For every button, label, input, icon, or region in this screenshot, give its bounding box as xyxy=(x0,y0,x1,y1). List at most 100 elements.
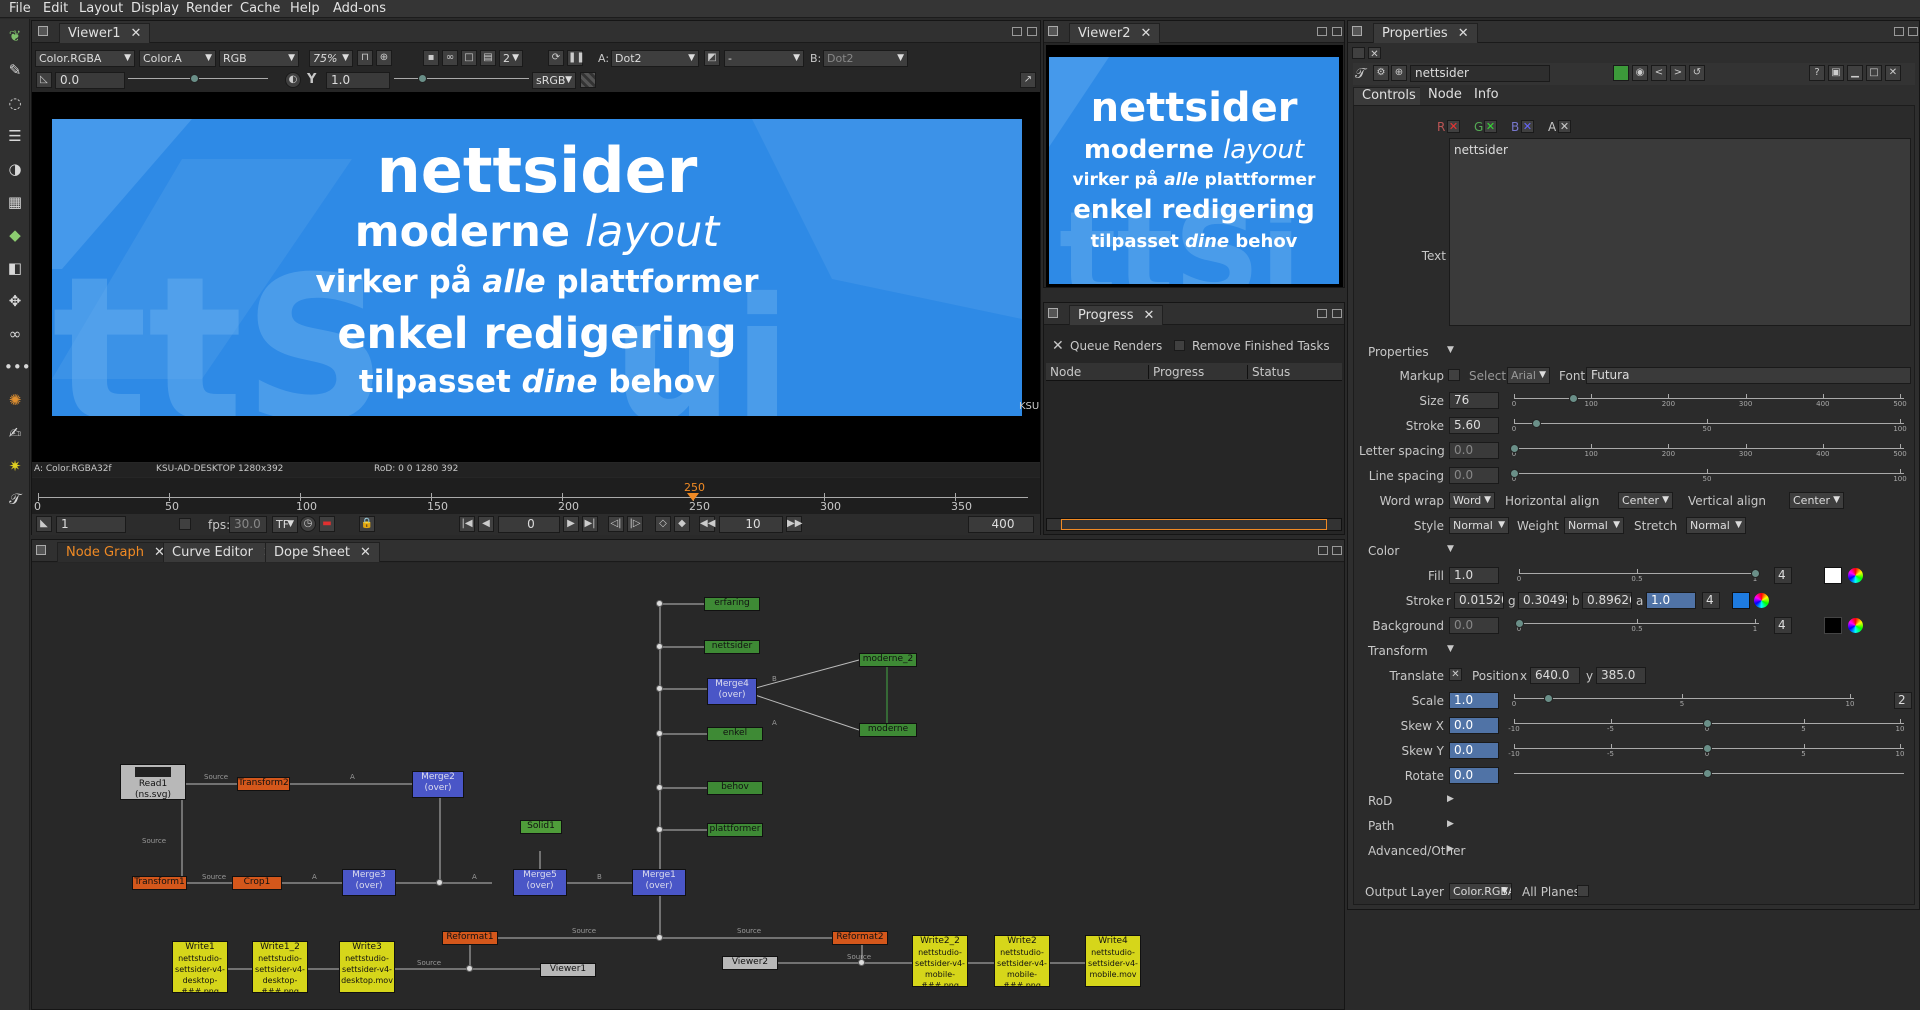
node-write4[interactable]: Write4 nettstudio-settsider-v4-mobile.mov xyxy=(1085,935,1141,987)
settings-icon[interactable]: ⚙ xyxy=(1373,65,1389,81)
prev-key-icon[interactable]: ◇ xyxy=(655,516,671,532)
weight-select[interactable]: Normal xyxy=(1564,517,1624,534)
proxy-level-select[interactable]: 2 xyxy=(499,50,523,67)
fps-field[interactable]: 30.0 xyxy=(229,516,267,533)
tab-viewer1[interactable]: Viewer1 ✕ xyxy=(59,23,151,43)
pane-menu-icon[interactable] xyxy=(38,26,48,36)
fill-dimension-button[interactable]: 4 xyxy=(1774,567,1792,584)
scale-slider[interactable]: 0 5 10 xyxy=(1512,689,1854,709)
rotate-slider[interactable] xyxy=(1514,764,1904,784)
maximize-pane-icon[interactable] xyxy=(1908,27,1918,36)
gain-toggle-icon[interactable]: ◺ xyxy=(36,72,52,88)
zoom-select[interactable]: 75% xyxy=(309,50,353,67)
stroke-r-field[interactable]: 0.01520 xyxy=(1454,592,1504,609)
colorspace-select[interactable]: RGB xyxy=(219,50,299,67)
scale-field[interactable]: 1.0 xyxy=(1449,692,1499,709)
node-crop1[interactable]: Crop1 xyxy=(232,876,282,890)
slider-knob[interactable] xyxy=(1543,694,1553,703)
line-spacing-slider[interactable]: 0 50 100 xyxy=(1510,464,1907,484)
node-plattformer[interactable]: plattformer xyxy=(707,823,763,837)
float-panel-icon[interactable]: □ xyxy=(1866,65,1882,81)
maximize-pane-icon[interactable] xyxy=(1332,27,1342,36)
subtab-info[interactable]: Info xyxy=(1466,87,1507,105)
channel-r-checkbox[interactable]: ✕ xyxy=(1447,120,1460,133)
tab-viewer2[interactable]: Viewer2 ✕ xyxy=(1069,23,1161,43)
add-roi-icon[interactable]: ⊕ xyxy=(376,50,392,66)
slider-knob[interactable] xyxy=(1751,569,1760,578)
maximize-pane-icon[interactable] xyxy=(1332,309,1342,318)
node-merge4[interactable]: Merge4 (over) xyxy=(707,678,757,705)
stroke-color-wheel-icon[interactable] xyxy=(1754,593,1769,608)
skew-x-slider[interactable]: -10 -5 0 5 10 xyxy=(1508,714,1904,734)
min-panels-icon[interactable] xyxy=(1352,47,1365,59)
menu-display[interactable]: Display xyxy=(131,1,179,16)
slider-knob[interactable] xyxy=(1531,419,1541,428)
channel-a-checkbox[interactable]: ✕ xyxy=(1558,120,1571,133)
prev-increment-icon[interactable]: ◀◀ xyxy=(699,516,715,532)
fill-color-swatch[interactable] xyxy=(1824,567,1842,584)
stroke-dimension-button[interactable]: 4 xyxy=(1702,592,1720,609)
text-tool-icon[interactable]: 𝒯 xyxy=(4,488,26,510)
next-key-icon[interactable]: ◆ xyxy=(674,516,690,532)
menu-cache[interactable]: Cache xyxy=(240,1,280,16)
background-color-swatch[interactable] xyxy=(1824,617,1842,634)
node-moderne-2[interactable]: moderne_2 xyxy=(859,653,917,667)
input-a-select[interactable]: Dot2 xyxy=(611,50,699,67)
node-color-button[interactable] xyxy=(1613,65,1629,81)
select-font-dropdown[interactable]: Arial xyxy=(1507,367,1550,384)
turbo-checkbox[interactable] xyxy=(179,518,191,530)
menu-help[interactable]: Help xyxy=(290,1,320,16)
node-reformat1[interactable]: Reformat1 xyxy=(442,931,498,945)
menu-edit[interactable]: Edit xyxy=(43,1,68,16)
prev-frame-icon[interactable]: ◁| xyxy=(608,516,624,532)
stroke-a-field[interactable]: 1.0 xyxy=(1646,592,1696,609)
other-tool-icon[interactable]: ••• xyxy=(4,356,31,378)
rotate-field[interactable]: 0.0 xyxy=(1449,767,1499,784)
queue-renders-checkbox[interactable]: ✕ xyxy=(1052,338,1064,354)
clear-panels-icon[interactable]: ✕ xyxy=(1368,47,1381,60)
pane-menu-icon[interactable] xyxy=(1048,26,1058,36)
node-transform1[interactable]: Transform1 xyxy=(132,876,187,890)
node-erfaring[interactable]: erfaring xyxy=(704,597,760,611)
markup-checkbox[interactable] xyxy=(1448,369,1460,381)
gamma-field[interactable]: 1.0 xyxy=(326,72,390,89)
channels-select[interactable]: Color.RGBA xyxy=(35,50,135,67)
channel-b-checkbox[interactable]: ✕ xyxy=(1521,120,1534,133)
node-dot[interactable] xyxy=(656,600,663,607)
float-pane-icon[interactable] xyxy=(1318,546,1328,555)
node-dot[interactable] xyxy=(656,643,663,650)
float-pane-icon[interactable] xyxy=(1317,27,1327,36)
node-write2-2[interactable]: Write2_2 nettstudio-settsider-v4-mobile-#… xyxy=(912,935,968,987)
alpha-select[interactable]: Color.A xyxy=(139,50,216,67)
lock-icon[interactable]: ⊓ xyxy=(357,50,373,66)
node-reformat2[interactable]: Reformat2 xyxy=(832,931,888,945)
expand-path-icon[interactable]: ▶ xyxy=(1447,819,1454,829)
plugin-tool-icon[interactable]: ✷ xyxy=(4,455,26,477)
letter-spacing-field[interactable]: 0.0 xyxy=(1449,442,1499,459)
tf-select[interactable]: TF xyxy=(272,516,298,533)
background-color-wheel-icon[interactable] xyxy=(1848,618,1863,633)
node-viewer1[interactable]: Viewer1 xyxy=(540,963,596,977)
node-write2[interactable]: Write2 nettstudio-settsider-v4-mobile-###… xyxy=(994,935,1050,987)
increment-field[interactable]: 10 xyxy=(719,516,783,533)
text-input[interactable]: nettsider xyxy=(1449,138,1911,326)
background-slider[interactable]: 0 0.5 1 xyxy=(1515,614,1759,634)
center-node-icon[interactable]: ⊕ xyxy=(1391,65,1407,81)
slider-knob[interactable] xyxy=(1703,719,1712,728)
help-icon[interactable]: ? xyxy=(1809,65,1825,81)
node-solid1[interactable]: Solid1 xyxy=(520,820,562,834)
position-x-field[interactable]: 640.0 xyxy=(1530,667,1580,684)
subtab-node[interactable]: Node xyxy=(1420,87,1470,105)
close-panel-icon[interactable]: ✕ xyxy=(1885,65,1901,81)
size-field[interactable]: 76 xyxy=(1449,392,1499,409)
letter-spacing-slider[interactable]: 0 100 200 300 400 500 xyxy=(1510,439,1907,459)
node-viewer2[interactable]: Viewer2 xyxy=(722,956,778,970)
node-merge2[interactable]: Merge2 (over) xyxy=(412,771,464,798)
clip-icon[interactable]: ∞ xyxy=(442,50,458,66)
channel-g-checkbox[interactable]: ✕ xyxy=(1484,120,1497,133)
skew-y-slider[interactable]: -10 -5 0 5 10 xyxy=(1508,739,1904,759)
progress-scrollbar[interactable] xyxy=(1046,518,1342,531)
fill-color-wheel-icon[interactable] xyxy=(1848,568,1863,583)
font-field[interactable]: Futura xyxy=(1586,367,1911,384)
composite-icon[interactable]: ◩ xyxy=(704,50,720,66)
